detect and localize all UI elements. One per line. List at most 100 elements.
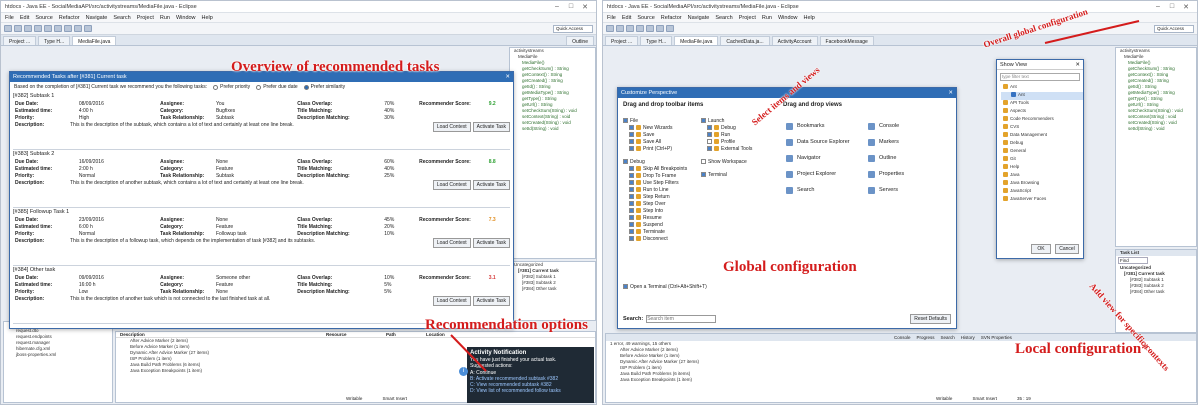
show-view-item[interactable]: CVS [1001, 124, 1083, 132]
load-context-button[interactable]: Load Context [432, 238, 471, 248]
menu-help[interactable]: Help [202, 15, 213, 21]
show-view-item[interactable]: Help [1001, 164, 1083, 172]
menu-file[interactable]: File [607, 15, 616, 21]
minimize-icon[interactable]: – [1151, 3, 1165, 10]
problem-group[interactable]: Java Exception Breakpoints (1 item) [606, 377, 1196, 383]
menu-help[interactable]: Help [804, 15, 815, 21]
menu-search[interactable]: Search [715, 15, 732, 21]
save-icon[interactable] [14, 25, 22, 32]
notification-action[interactable]: D: View list of recommended follow tasks [470, 388, 591, 394]
view-item[interactable]: Search [786, 182, 866, 198]
menu-file[interactable]: File [5, 15, 14, 21]
view-item[interactable]: Bookmarks [786, 118, 866, 134]
toolbar-item[interactable]: Step Over [623, 201, 698, 208]
show-view-item[interactable]: Java [1001, 172, 1083, 180]
view-item[interactable]: Properties [868, 166, 948, 182]
show-view-item[interactable]: JavaServer Faces [1001, 196, 1083, 204]
new-icon[interactable] [4, 25, 12, 32]
load-context-button[interactable]: Load Context [432, 296, 471, 306]
editor-tab[interactable]: FacebookMessage [819, 36, 874, 45]
bottom-tab[interactable]: History [961, 335, 975, 340]
tab-project[interactable]: Project ... [3, 36, 37, 45]
bottom-tab[interactable]: Progress [917, 335, 935, 340]
menu-refactor[interactable]: Refactor [661, 15, 682, 21]
reset-defaults-button[interactable]: Reset Defaults [910, 314, 951, 324]
menu-edit[interactable]: Edit [20, 15, 29, 21]
show-view-item[interactable]: Debug [1001, 140, 1083, 148]
view-item[interactable]: Outline [868, 150, 948, 166]
bottom-tab[interactable]: Search [941, 335, 955, 340]
new-icon[interactable] [606, 25, 614, 32]
show-view-close-icon[interactable]: ✕ [1075, 62, 1080, 68]
bottom-tab[interactable]: Console [894, 335, 911, 340]
toolbar-item[interactable]: Use Step Filters [623, 180, 698, 187]
close-icon[interactable]: ✕ [1179, 3, 1193, 11]
view-item[interactable]: Navigator [786, 150, 866, 166]
maximize-icon[interactable]: □ [1165, 3, 1179, 10]
filter-input[interactable]: type filter text [1000, 73, 1080, 81]
view-item[interactable]: Data Source Explorer [786, 134, 866, 150]
dialog-close-icon[interactable]: ✕ [948, 90, 953, 96]
toolbar-item[interactable]: New Wizards [623, 125, 698, 132]
toolbar-item[interactable]: Show Workspace [701, 159, 776, 166]
menu-window[interactable]: Window [176, 15, 196, 21]
task-find-input[interactable]: Find [1118, 257, 1148, 264]
quick-access-input[interactable]: Quick Access [1154, 24, 1194, 33]
open-type-icon[interactable] [64, 25, 72, 32]
view-item[interactable]: Console [868, 118, 948, 134]
toolbar-item[interactable]: Save All [623, 139, 698, 146]
menu-run[interactable]: Run [160, 15, 170, 21]
show-view-item[interactable]: Code Recommenders [1001, 116, 1083, 124]
toolbar-item[interactable]: Debug [701, 125, 776, 132]
toolbar-item[interactable]: File [623, 118, 698, 125]
toolbar-item[interactable]: Suspend [623, 222, 698, 229]
minimize-icon[interactable]: – [550, 3, 564, 10]
toolbar-item[interactable]: Terminate [623, 229, 698, 236]
task-tree-item[interactable]: [#384] Other task [1116, 289, 1196, 295]
toolbar-item[interactable]: Print (Ctrl+P) [623, 146, 698, 153]
menu-source[interactable]: Source [35, 15, 52, 21]
search-icon[interactable] [54, 25, 62, 32]
toolbar-item[interactable]: Terminal [701, 172, 776, 179]
menu-window[interactable]: Window [778, 15, 798, 21]
toolbar-item[interactable]: Profile [701, 139, 776, 146]
radio-prefer-due-date[interactable] [256, 84, 262, 90]
back-icon[interactable] [74, 25, 82, 32]
run-icon[interactable] [646, 25, 654, 32]
debug-icon[interactable] [34, 25, 42, 32]
toolbar-item[interactable]: Drop To Frame [623, 173, 698, 180]
toolbar-item[interactable]: Step Into [623, 208, 698, 215]
menu-source[interactable]: Source [637, 15, 654, 21]
radio-prefer-similarity[interactable] [303, 84, 309, 90]
toolbar-item[interactable]: Save [623, 132, 698, 139]
menu-search[interactable]: Search [113, 15, 130, 21]
save-icon[interactable] [616, 25, 624, 32]
show-view-item[interactable]: Git [1001, 156, 1083, 164]
menu-project[interactable]: Project [137, 15, 154, 21]
view-item[interactable]: Project Explorer [786, 166, 866, 182]
dialog-close-icon[interactable]: ✕ [505, 74, 510, 80]
show-view-item[interactable]: Java Browsing [1001, 180, 1083, 188]
editor-tab[interactable]: Project ... [605, 36, 639, 45]
radio-prefer-priority[interactable] [213, 84, 219, 90]
ok-button[interactable]: OK [1031, 244, 1051, 254]
toolbar-item[interactable]: Run to Line [623, 187, 698, 194]
load-context-button[interactable]: Load Context [432, 180, 471, 190]
show-view-item[interactable]: JavaScript [1001, 188, 1083, 196]
menu-project[interactable]: Project [739, 15, 756, 21]
show-view-item[interactable]: Ant [1001, 84, 1083, 92]
forward-icon[interactable] [84, 25, 92, 32]
toolbar-item[interactable]: Resume [623, 215, 698, 222]
open-type-icon[interactable] [666, 25, 674, 32]
view-item[interactable]: Markers [868, 134, 948, 150]
outline-item[interactable]: setId(String) : void [510, 126, 595, 132]
tab-type-hierarchy[interactable]: Type H... [38, 36, 71, 45]
show-view-item[interactable]: API Tools [1001, 100, 1083, 108]
toolbar-item[interactable]: Run [701, 132, 776, 139]
toolbar-item[interactable]: Debug [623, 159, 698, 166]
activate-task-button[interactable]: Activate Task [472, 296, 510, 306]
outline-item[interactable]: setId(String) : void [1116, 126, 1196, 132]
menu-edit[interactable]: Edit [622, 15, 631, 21]
close-icon[interactable]: ✕ [578, 3, 592, 11]
menu-navigate[interactable]: Navigate [688, 15, 710, 21]
